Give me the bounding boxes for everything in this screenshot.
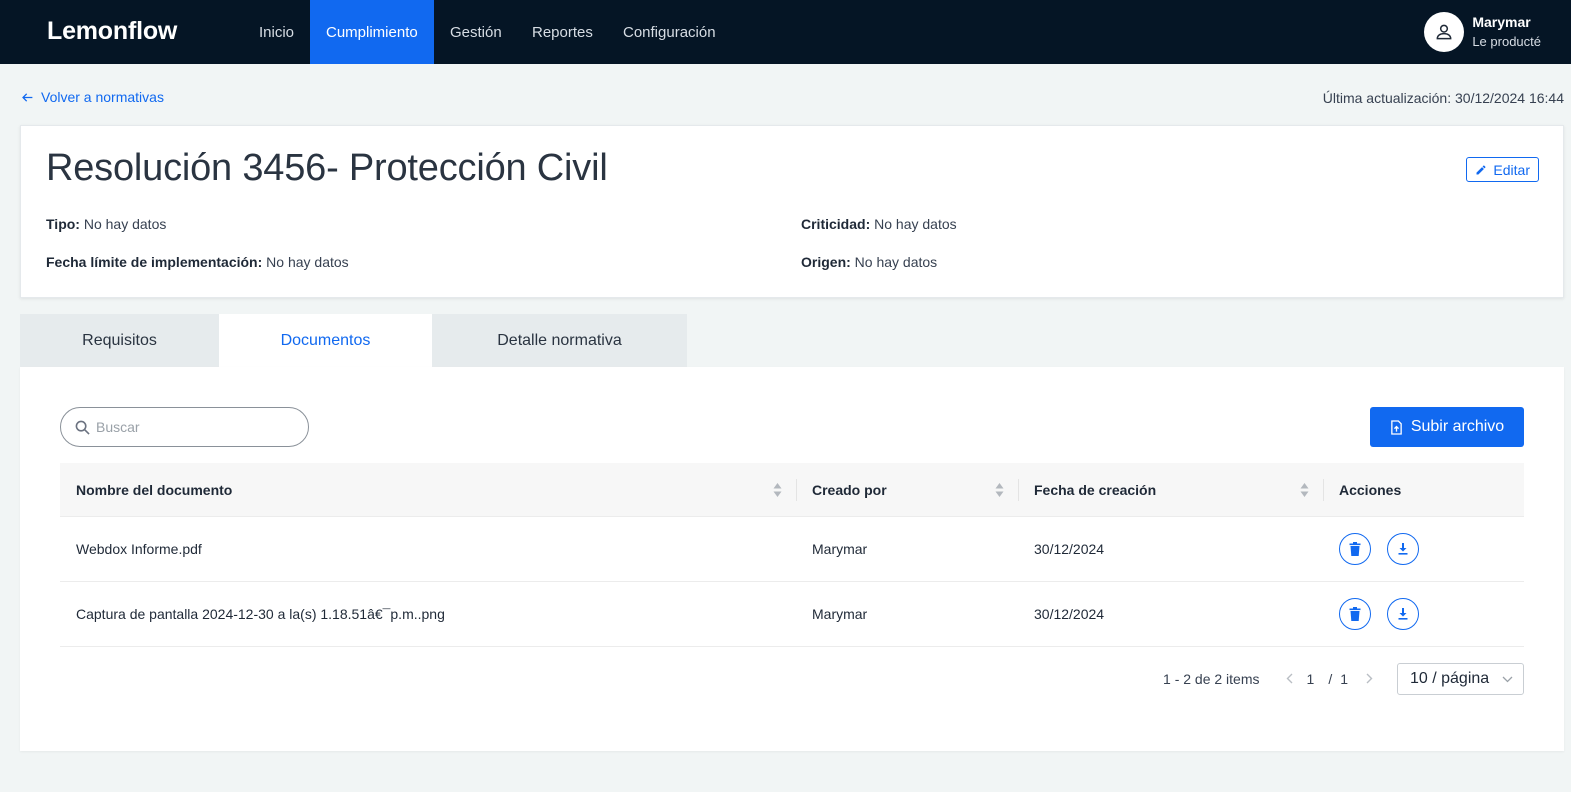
table-row: Webdox Informe.pdf Marymar 30/12/2024 bbox=[60, 517, 1524, 582]
nav-item-cumplimiento[interactable]: Cumplimiento bbox=[310, 0, 434, 64]
nav-item-reportes[interactable]: Reportes bbox=[516, 0, 607, 64]
document-actions bbox=[1323, 582, 1524, 646]
document-created-at: 30/12/2024 bbox=[1034, 541, 1105, 557]
download-button[interactable] bbox=[1387, 598, 1419, 630]
field-origen-value: No hay datos bbox=[854, 254, 938, 270]
documents-table: Nombre del documento Creado por Fecha de… bbox=[60, 463, 1524, 647]
nav-item-configuracion[interactable]: Configuración bbox=[607, 0, 731, 64]
search-icon bbox=[75, 420, 90, 435]
field-origen: Origen: No hay datos bbox=[801, 254, 937, 270]
nav-item-inicio[interactable]: Inicio bbox=[243, 0, 310, 64]
top-navbar: Lemonflow Inicio Cumplimiento Gestión Re… bbox=[0, 0, 1571, 64]
tab-bar: Requisitos Documentos Detalle normativa bbox=[20, 314, 687, 367]
last-update-text: Última actualización: 30/12/2024 16:44 bbox=[1322, 90, 1564, 106]
page-size-value: 10 / página bbox=[1410, 670, 1490, 687]
current-page-input[interactable]: 1 bbox=[1307, 671, 1315, 687]
file-upload-icon bbox=[1391, 419, 1402, 435]
download-icon bbox=[1398, 543, 1408, 555]
document-name: Captura de pantalla 2024-12-30 a la(s) 1… bbox=[76, 606, 445, 622]
document-created-at: 30/12/2024 bbox=[1034, 606, 1105, 622]
user-company: Le producté bbox=[1472, 34, 1541, 49]
prev-page-button[interactable] bbox=[1278, 672, 1301, 687]
back-to-regulations-link[interactable]: Volver a normativas bbox=[21, 89, 164, 105]
field-criticidad: Criticidad: No hay datos bbox=[801, 216, 957, 232]
next-page-button[interactable] bbox=[1358, 672, 1381, 687]
upload-button-label: Subir archivo bbox=[1410, 418, 1505, 435]
upload-file-button[interactable]: Subir archivo bbox=[1370, 407, 1524, 447]
column-header-nombre[interactable]: Nombre del documento bbox=[60, 463, 796, 516]
user-menu[interactable]: Marymar Le producté bbox=[1424, 12, 1541, 52]
avatar[interactable] bbox=[1424, 12, 1465, 52]
field-fecha-limite-value: No hay datos bbox=[266, 254, 349, 270]
document-actions bbox=[1323, 517, 1524, 581]
tab-detalle-normativa[interactable]: Detalle normativa bbox=[432, 314, 687, 367]
documents-panel: Subir archivo Nombre del documento Cread… bbox=[20, 367, 1564, 751]
field-criticidad-label: Criticidad: bbox=[801, 216, 871, 232]
document-name: Webdox Informe.pdf bbox=[76, 541, 202, 557]
field-fecha-limite-label: Fecha límite de implementación: bbox=[46, 254, 263, 270]
edit-button[interactable]: Editar bbox=[1466, 157, 1539, 182]
delete-button[interactable] bbox=[1339, 533, 1371, 565]
search-input[interactable] bbox=[96, 419, 286, 435]
search-box[interactable] bbox=[60, 407, 309, 447]
document-created-by: Marymar bbox=[812, 541, 868, 557]
page-separator: / bbox=[1328, 671, 1333, 687]
table-header: Nombre del documento Creado por Fecha de… bbox=[60, 463, 1524, 517]
field-criticidad-value: No hay datos bbox=[874, 216, 957, 232]
pagination-total: 1 - 2 de 2 items bbox=[1163, 671, 1260, 687]
sort-icon[interactable] bbox=[773, 482, 782, 498]
table-row: Captura de pantalla 2024-12-30 a la(s) 1… bbox=[60, 582, 1524, 647]
trash-icon bbox=[1349, 542, 1361, 556]
trash-icon bbox=[1349, 607, 1361, 621]
field-tipo-value: No hay datos bbox=[83, 216, 167, 232]
edit-button-label: Editar bbox=[1493, 161, 1530, 178]
field-fecha-limite: Fecha límite de implementación: No hay d… bbox=[46, 254, 349, 270]
column-header-label: Acciones bbox=[1339, 481, 1402, 498]
page-title: Resolución 3456- Protección Civil bbox=[46, 147, 608, 189]
user-info: Marymar Le producté bbox=[1472, 13, 1541, 51]
user-icon bbox=[1436, 24, 1452, 40]
column-header-label: Fecha de creación bbox=[1034, 481, 1157, 498]
chevron-right-icon bbox=[1366, 673, 1373, 683]
pagination: 1 - 2 de 2 items 1 / 1 10 / página bbox=[1163, 663, 1524, 695]
brand-logo[interactable]: Lemonflow bbox=[47, 17, 177, 46]
column-header-acciones: Acciones bbox=[1323, 463, 1524, 516]
column-header-fecha-creacion[interactable]: Fecha de creación bbox=[1018, 463, 1323, 516]
column-header-label: Nombre del documento bbox=[76, 481, 233, 498]
back-link-label: Volver a normativas bbox=[41, 89, 164, 105]
tab-requisitos[interactable]: Requisitos bbox=[20, 314, 219, 367]
sort-icon[interactable] bbox=[995, 482, 1004, 498]
arrow-left-icon bbox=[22, 92, 33, 102]
chevron-down-icon bbox=[1502, 676, 1513, 682]
download-icon bbox=[1398, 608, 1408, 620]
column-header-creado-por[interactable]: Creado por bbox=[796, 463, 1018, 516]
total-pages: 1 bbox=[1340, 671, 1348, 687]
sort-icon[interactable] bbox=[1300, 482, 1309, 498]
pencil-icon bbox=[1476, 164, 1486, 174]
chevron-left-icon bbox=[1286, 673, 1293, 683]
nav-item-gestion[interactable]: Gestión bbox=[434, 0, 516, 64]
main-nav: Inicio Cumplimiento Gestión Reportes Con… bbox=[243, 0, 731, 64]
field-tipo: Tipo: No hay datos bbox=[46, 216, 166, 232]
page-size-select[interactable]: 10 / página bbox=[1397, 663, 1524, 695]
user-name: Marymar bbox=[1472, 14, 1531, 30]
delete-button[interactable] bbox=[1339, 598, 1371, 630]
download-button[interactable] bbox=[1387, 533, 1419, 565]
column-header-label: Creado por bbox=[812, 481, 887, 498]
field-origen-label: Origen: bbox=[801, 254, 851, 270]
field-tipo-label: Tipo: bbox=[46, 216, 80, 232]
regulation-summary-card: Resolución 3456- Protección Civil Editar… bbox=[20, 125, 1564, 298]
tab-documentos[interactable]: Documentos bbox=[219, 314, 432, 367]
document-created-by: Marymar bbox=[812, 606, 868, 622]
